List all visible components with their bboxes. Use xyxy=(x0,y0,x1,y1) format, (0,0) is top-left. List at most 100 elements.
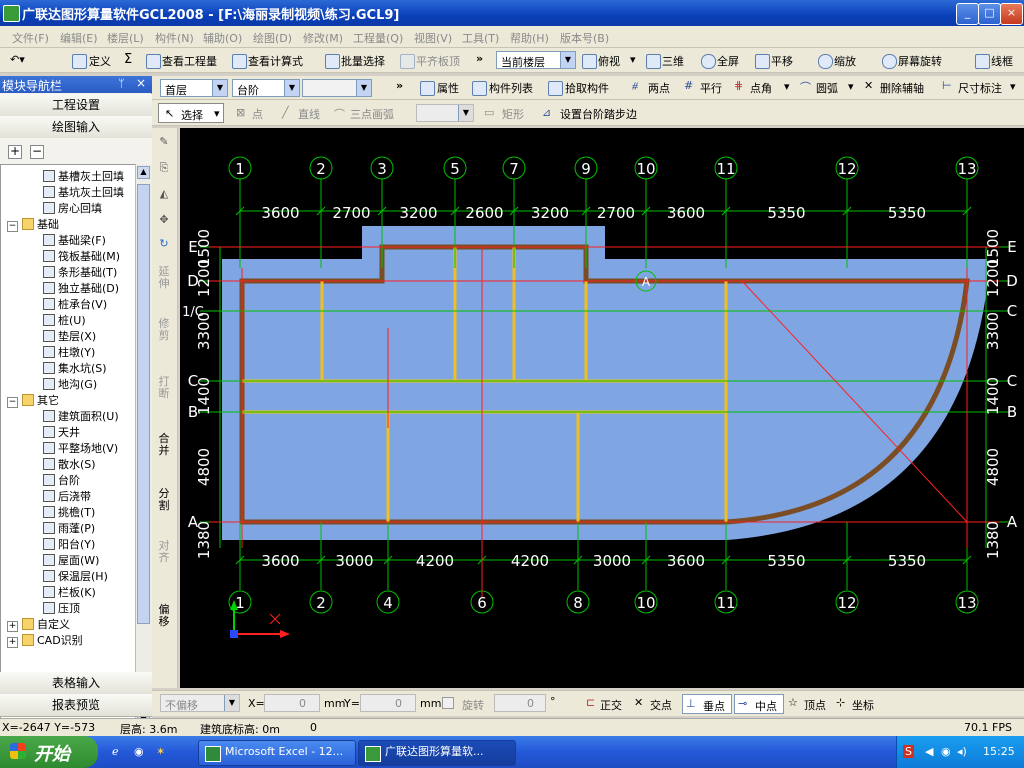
midpoint-button[interactable]: ⊸ 中点 xyxy=(734,694,784,714)
tree-item[interactable]: 屋面(W) xyxy=(43,553,99,569)
view-quantity-button[interactable]: 查看工程量 xyxy=(162,53,217,69)
arc-mode-select[interactable]: ▼ xyxy=(416,104,474,122)
tree-item[interactable]: 阳台(Y) xyxy=(43,537,95,553)
tree-item[interactable]: 柱墩(Y) xyxy=(43,345,95,361)
tree-item[interactable]: 平整场地(V) xyxy=(43,441,118,457)
more-icon[interactable]: » xyxy=(396,79,403,92)
tree-item[interactable]: 建筑面积(U) xyxy=(43,409,119,425)
tree-folder[interactable]: + 自定义 xyxy=(7,617,70,633)
wireframe-button[interactable]: 线框 xyxy=(991,53,1013,69)
menu-view[interactable]: 视图(V) xyxy=(414,30,452,46)
expand-all-icon[interactable]: + xyxy=(8,145,22,159)
close-panel-icon[interactable]: × xyxy=(136,76,146,90)
view-formula-button[interactable]: 查看计算式 xyxy=(248,53,303,69)
point-button[interactable]: 点 xyxy=(252,106,263,122)
fullscreen-button[interactable]: 全屏 xyxy=(717,53,739,69)
tree-folder[interactable]: − 基础 xyxy=(7,217,59,233)
floor-select[interactable]: 首层 ▼ xyxy=(160,79,228,97)
menu-file[interactable]: 文件(F) xyxy=(12,30,49,46)
maximize-button[interactable]: □ xyxy=(978,3,1001,25)
report-preview-button[interactable]: 报表预览 xyxy=(0,694,152,717)
more-icon[interactable]: » xyxy=(476,52,483,65)
vertex-button[interactable]: 顶点 xyxy=(804,697,826,713)
tree-scrollbar[interactable]: ▲ ▼ xyxy=(135,164,152,730)
tree-toggle-icon[interactable]: + xyxy=(7,637,18,648)
chevron-down-icon[interactable]: ▾ xyxy=(784,80,790,93)
extend-button[interactable]: 延伸 xyxy=(156,266,172,290)
undo-icon[interactable]: ↶▾ xyxy=(10,53,25,66)
x-offset-input[interactable]: 0 xyxy=(264,694,320,712)
tree-item[interactable]: 桩承台(V) xyxy=(43,297,107,313)
sum-icon[interactable]: Σ xyxy=(124,52,132,67)
tree-item[interactable]: 基槽灰土回填 xyxy=(43,169,124,185)
chevron-down-icon[interactable]: ▾ xyxy=(1010,80,1016,93)
component-name-select[interactable]: ▼ xyxy=(302,79,372,97)
quicklaunch-icon[interactable]: ✶ xyxy=(156,745,165,758)
scroll-thumb[interactable] xyxy=(137,184,150,624)
floor-combo[interactable]: 当前楼层 ▼ xyxy=(496,51,576,69)
batch-select-button[interactable]: 批量选择 xyxy=(341,53,385,69)
merge-button[interactable]: 合并 xyxy=(156,433,172,457)
tree-item[interactable]: 散水(S) xyxy=(43,457,96,473)
ortho-button[interactable]: 正交 xyxy=(600,697,622,713)
three-d-button[interactable]: 三维 xyxy=(662,53,684,69)
drawing-canvas[interactable]: 1 2 3 5 7 9 10 11 12 13 1 2 4 6 8 10 11 12 13 E D 1/C C B A E D C C B… xyxy=(180,128,1024,688)
dimension-button[interactable]: 尺寸标注 xyxy=(958,80,1002,96)
trim-button[interactable]: 修剪 xyxy=(156,318,172,342)
collapse-all-icon[interactable]: − xyxy=(30,145,44,159)
menu-floor[interactable]: 楼层(L) xyxy=(107,30,144,46)
close-button[interactable]: × xyxy=(1000,3,1023,25)
scroll-up-icon[interactable]: ▲ xyxy=(137,166,150,179)
component-list-button[interactable]: 构件列表 xyxy=(489,80,533,96)
tree-item[interactable]: 垫层(X) xyxy=(43,329,96,345)
tree-item[interactable]: 压顶 xyxy=(43,601,80,617)
pen-icon[interactable]: ✎ xyxy=(156,136,172,148)
rotate-angle-input[interactable]: 0 xyxy=(494,694,546,712)
chrome-icon[interactable]: ◉ xyxy=(134,745,144,758)
rectangle-button[interactable]: 矩形 xyxy=(502,106,524,122)
tree-item[interactable]: 后浇带 xyxy=(43,489,91,505)
tree-item[interactable]: 桩(U) xyxy=(43,313,86,329)
tray-s-icon[interactable]: S xyxy=(903,745,914,758)
select-button[interactable]: ↖ 选择 ▾ xyxy=(158,103,224,123)
tree-toggle-icon[interactable]: − xyxy=(7,221,18,232)
start-button[interactable]: 开始 xyxy=(0,736,98,768)
offset-button[interactable]: 偏移 xyxy=(156,604,172,628)
three-point-arc-button[interactable]: 三点画弧 xyxy=(350,106,394,122)
tree-item[interactable]: 雨蓬(P) xyxy=(43,521,95,537)
menu-aux[interactable]: 辅助(O) xyxy=(203,30,242,46)
menu-help[interactable]: 帮助(H) xyxy=(510,30,549,46)
menu-quantity[interactable]: 工程量(Q) xyxy=(353,30,403,46)
break-button[interactable]: 打断 xyxy=(156,376,172,400)
offset-mode-select[interactable]: 不偏移 ▼ xyxy=(160,694,240,712)
point-angle-button[interactable]: 点角 xyxy=(750,80,772,96)
align-button[interactable]: 对齐 xyxy=(156,540,172,564)
tree-item[interactable]: 独立基础(D) xyxy=(43,281,119,297)
line-button[interactable]: 直线 xyxy=(298,106,320,122)
rotate-screen-button[interactable]: 屏幕旋转 xyxy=(898,53,942,69)
component-type-select[interactable]: 台阶 ▼ xyxy=(232,79,300,97)
y-offset-input[interactable]: 0 xyxy=(360,694,416,712)
menu-component[interactable]: 构件(N) xyxy=(155,30,194,46)
table-input-button[interactable]: 表格输入 xyxy=(0,672,152,695)
tree-item[interactable]: 房心回填 xyxy=(43,201,102,217)
tray-sound-icon[interactable]: ◂) xyxy=(957,745,967,758)
taskbar-excel[interactable]: Microsoft Excel - 12... xyxy=(198,740,356,766)
menu-draw[interactable]: 绘图(D) xyxy=(253,30,292,46)
tray-chrome-icon[interactable]: ◉ xyxy=(941,745,951,758)
two-point-axis-button[interactable]: 两点 xyxy=(648,80,670,96)
tree-item[interactable]: 筏板基础(M) xyxy=(43,249,120,265)
properties-button[interactable]: 属性 xyxy=(437,80,459,96)
menu-version[interactable]: 版本号(B) xyxy=(560,30,609,46)
move-icon[interactable]: ✥ xyxy=(156,214,172,226)
menu-modify[interactable]: 修改(M) xyxy=(303,30,343,46)
define-button[interactable]: 定义 xyxy=(89,53,111,69)
perpendicular-button[interactable]: ⊥ 垂点 xyxy=(682,694,732,714)
split-button[interactable]: 分割 xyxy=(156,488,172,512)
drawing-input-button[interactable]: 绘图输入 xyxy=(0,116,152,139)
set-step-edge-button[interactable]: 设置台阶踏步边 xyxy=(560,106,637,122)
delete-aux-axis-button[interactable]: 删除辅轴 xyxy=(880,80,924,96)
mirror-icon[interactable]: ◭ xyxy=(156,188,172,200)
taskbar-gcl[interactable]: 广联达图形算量软... xyxy=(358,740,516,766)
cad-drawing[interactable]: 1 2 3 5 7 9 10 11 12 131 2 4 6 8 10 11 12 13ED1/CCBAEDCCB… xyxy=(180,128,1024,688)
